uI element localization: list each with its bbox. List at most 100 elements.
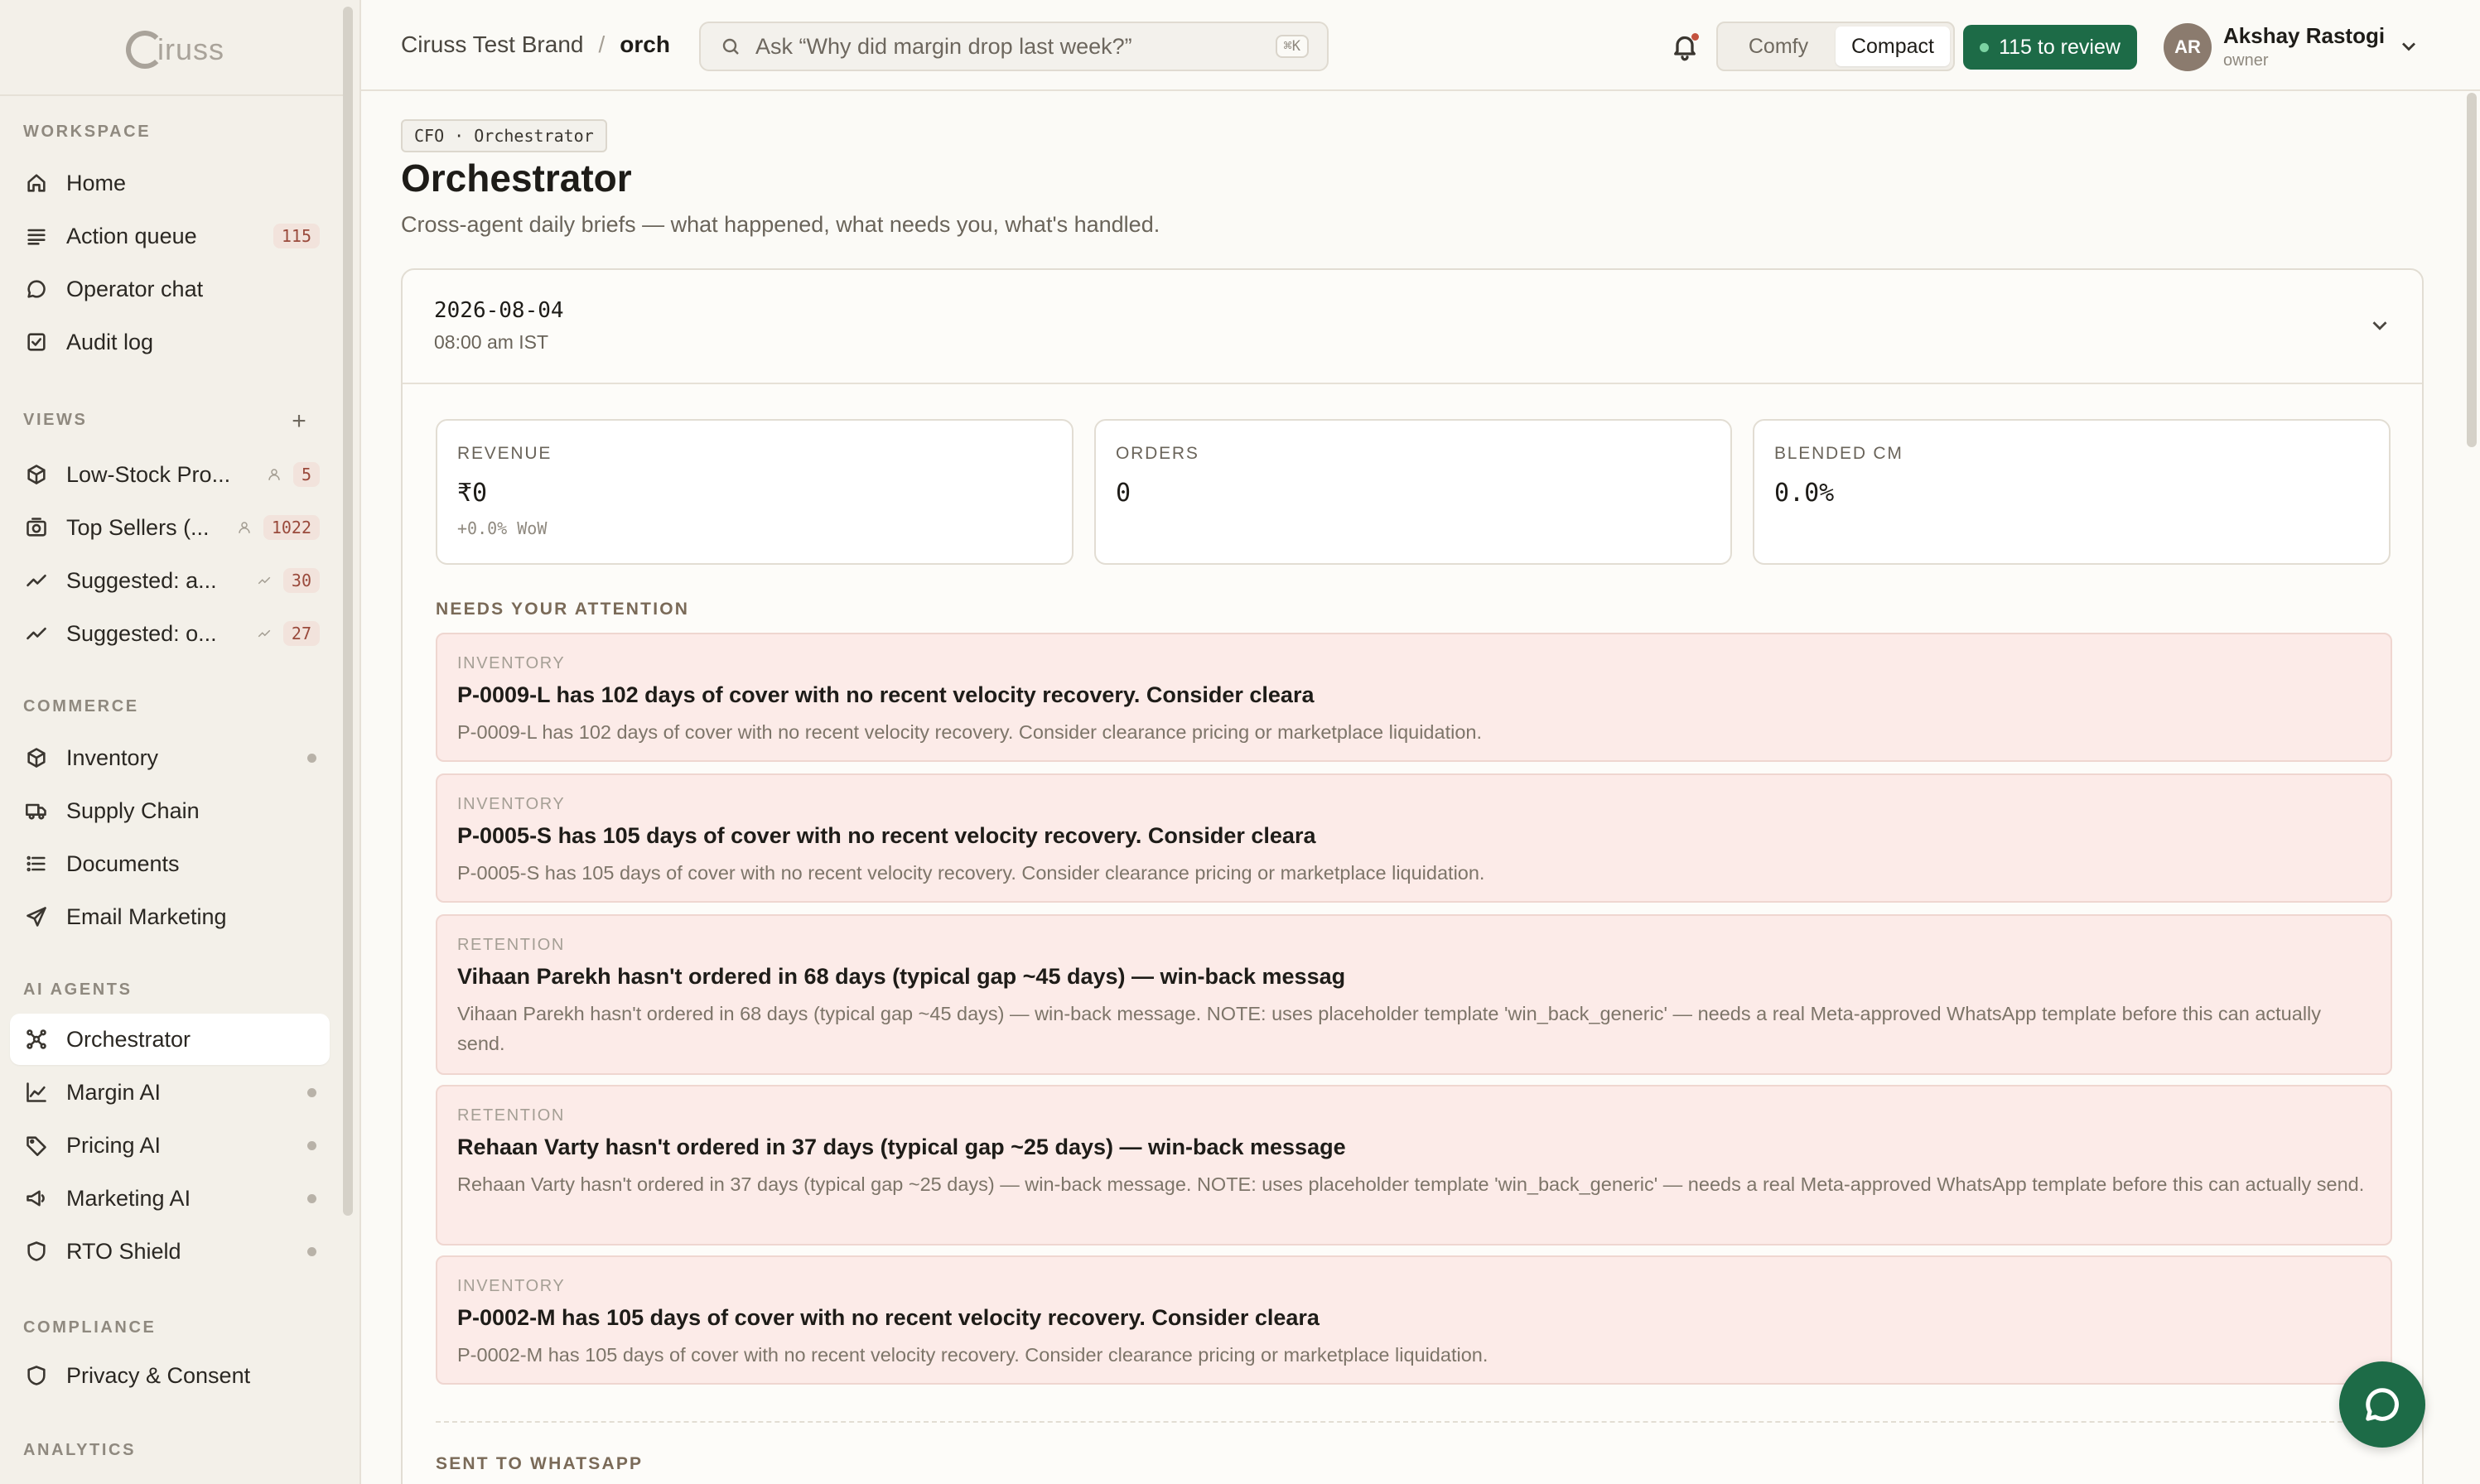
sidebar-item-audit-log[interactable]: Audit log (10, 316, 330, 368)
sidebar-divider (0, 94, 343, 96)
count-badge: 5 (292, 462, 320, 487)
kpi-value: 0.0% (1774, 479, 1835, 508)
main-content: CFO · Orchestrator Orchestrator Cross-ag… (361, 93, 2465, 1484)
sidebar-item-low-stock-pro[interactable]: Low-Stock Pro... 5 (10, 449, 330, 500)
user-menu-button[interactable] (2397, 35, 2420, 58)
sidebar-item-top-sellers[interactable]: Top Sellers (... 1022 (10, 502, 330, 553)
alert-title: P-0005-S has 105 days of cover with no r… (457, 823, 1316, 848)
sidebar-item-inventory[interactable]: Inventory (10, 732, 330, 783)
sidebar-item-label: Operator chat (66, 276, 204, 301)
send-icon (25, 905, 48, 928)
alert-category: INVENTORY (457, 795, 566, 813)
chart-icon (25, 1081, 48, 1104)
avatar[interactable]: AR (2164, 23, 2212, 71)
breadcrumb-brand[interactable]: Ciruss Test Brand (401, 31, 583, 58)
sidebar-item-orchestrator[interactable]: Orchestrator (10, 1014, 330, 1065)
count-badge: 30 (282, 568, 320, 593)
status-dot (307, 753, 316, 763)
queue-icon (25, 224, 48, 248)
page-scrollbar[interactable] (2467, 93, 2477, 447)
trend-icon (25, 622, 48, 645)
kpi-card-revenue: REVENUE ₹0 +0.0% WoW (436, 419, 1074, 565)
sidebar-item-suggested-o[interactable]: Suggested: o... 27 (10, 608, 330, 659)
person-icon (239, 522, 250, 533)
page-tag: CFO · Orchestrator (401, 119, 607, 152)
trend-icon (258, 576, 271, 585)
alert-description: Vihaan Parekh hasn't ordered in 68 days … (457, 1003, 2322, 1054)
brief-header[interactable]: 2026-08-04 08:00 am IST (403, 270, 2422, 384)
user-role: owner (2223, 51, 2269, 70)
kpi-label: BLENDED CM (1774, 444, 1903, 463)
sidebar-item-label: Audit log (66, 329, 154, 354)
status-dot (307, 1140, 316, 1150)
sidebar-item-email-marketing[interactable]: Email Marketing (10, 891, 330, 942)
view-meta: 30 (257, 568, 320, 593)
sidebar-item-documents[interactable]: Documents (10, 838, 330, 889)
breadcrumb-separator: / (598, 31, 606, 57)
sidebar-item-label: Orchestrator (66, 1026, 191, 1052)
attention-item[interactable]: INVENTORY P-0009-L has 102 days of cover … (436, 633, 2392, 762)
sidebar-item-label: Suggested: a... (66, 567, 217, 593)
sidebar-item-operator-chat[interactable]: Operator chat (10, 263, 330, 315)
page-subtitle: Cross-agent daily briefs — what happened… (401, 212, 1160, 237)
brief-date: 2026-08-04 (434, 298, 564, 323)
brand-logo[interactable]: iruss (126, 25, 224, 75)
attention-item[interactable]: RETENTION Rehaan Varty hasn't ordered in … (436, 1085, 2392, 1246)
sidebar-item-label: Privacy & Consent (66, 1362, 251, 1388)
section-divider (436, 1421, 2392, 1423)
sidebar-item-label: Marketing AI (66, 1185, 191, 1211)
sidebar-item-label: Supply Chain (66, 797, 200, 823)
alert-description: P-0002-M has 105 days of cover with no r… (457, 1344, 1488, 1366)
daily-brief-card: 2026-08-04 08:00 am IST REVENUE ₹0 +0.0% W… (401, 268, 2424, 1484)
density-comfy[interactable]: Comfy (1721, 26, 1836, 66)
kpi-card-orders: ORDERS 0 (1094, 419, 1732, 565)
brief-collapse-button[interactable] (2367, 313, 2392, 338)
attention-item[interactable]: INVENTORY P-0005-S has 105 days of cover … (436, 773, 2392, 903)
sidebar-item-label: Email Marketing (66, 903, 227, 929)
review-button[interactable]: 115 to review (1963, 25, 2137, 70)
alert-title: P-0009-L has 102 days of cover with no r… (457, 682, 1315, 707)
attention-item[interactable]: RETENTION Vihaan Parekh hasn't ordered in… (436, 914, 2392, 1075)
attention-item[interactable]: INVENTORY P-0002-M has 105 days of cover … (436, 1255, 2392, 1385)
density-compact[interactable]: Compact (1836, 26, 1950, 66)
sent-whatsapp-heading: SENT TO WHATSAPP (436, 1454, 644, 1473)
sidebar-item-rto-shield[interactable]: RTO Shield (10, 1226, 330, 1277)
home-icon (25, 171, 48, 195)
sidebar-item-marketing-ai[interactable]: Marketing AI (10, 1173, 330, 1224)
kpi-change: +0.0% WoW (457, 518, 548, 538)
sidebar-item-label: Margin AI (66, 1079, 162, 1105)
search-box[interactable]: ⌘K (699, 22, 1329, 71)
add-view-button[interactable]: + (287, 409, 311, 434)
search-icon (722, 38, 739, 55)
section-title-ai-agents: AI AGENTS (23, 980, 133, 999)
sidebar-item-home[interactable]: Home (10, 157, 330, 209)
sidebar-item-privacy-consent[interactable]: Privacy & Consent (10, 1350, 330, 1401)
density-toggle: Comfy Compact (1716, 22, 1955, 71)
trend-icon (258, 629, 271, 638)
alert-description: P-0009-L has 102 days of cover with no r… (457, 721, 1482, 743)
view-meta: 5 (267, 462, 320, 487)
count-badge: 27 (282, 621, 320, 646)
search-input[interactable] (755, 33, 1252, 60)
user-name[interactable]: Akshay Rastogi (2223, 23, 2385, 49)
megaphone-icon (25, 1187, 48, 1210)
notifications-button[interactable] (1670, 31, 1700, 61)
shield-icon (25, 1364, 48, 1387)
sidebar-item-pricing-ai[interactable]: Pricing AI (10, 1120, 330, 1171)
page-title: Orchestrator (401, 157, 632, 200)
sidebar-scrollbar[interactable] (343, 7, 353, 1216)
section-title-analytics: ANALYTICS (23, 1441, 137, 1459)
alert-title: Vihaan Parekh hasn't ordered in 68 days … (457, 964, 1346, 989)
brief-time: 08:00 am IST (434, 331, 549, 353)
shield-icon (25, 1240, 48, 1263)
sidebar: iruss WORKSPACE Home Action queue 115 Opera… (0, 0, 361, 1484)
sidebar-item-margin-ai[interactable]: Margin AI (10, 1067, 330, 1118)
chat-fab-button[interactable] (2339, 1361, 2425, 1448)
tag-icon (25, 1134, 48, 1157)
sidebar-item-supply-chain[interactable]: Supply Chain (10, 785, 330, 836)
status-dot (307, 1087, 316, 1097)
review-button-label: 115 to review (1999, 35, 2121, 59)
review-status-dot (1980, 42, 1990, 52)
sidebar-item-suggested-a[interactable]: Suggested: a... 30 (10, 555, 330, 606)
sidebar-item-action-queue[interactable]: Action queue 115 (10, 210, 330, 262)
